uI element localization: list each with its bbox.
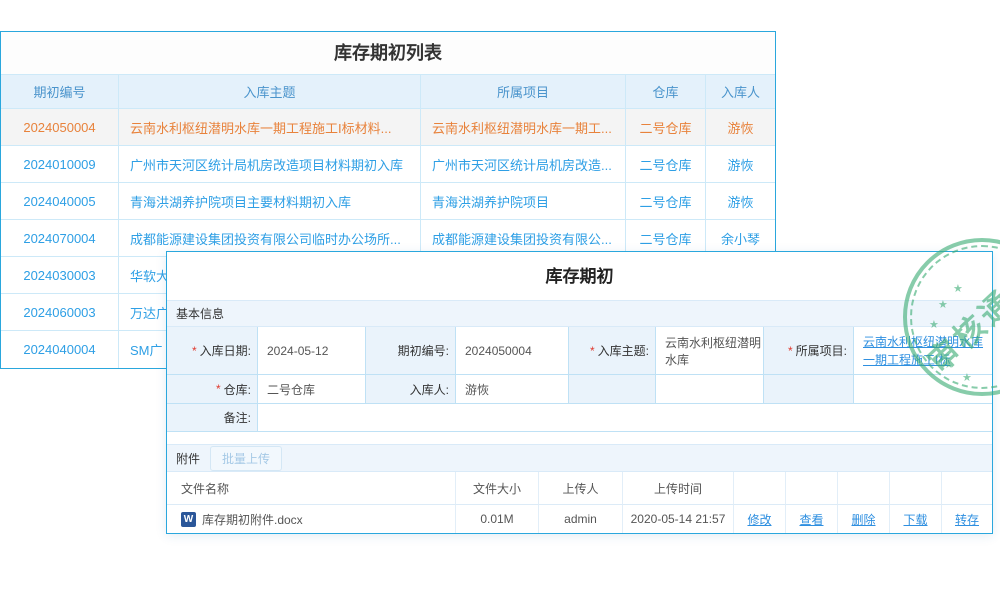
cell-project[interactable]: 云南水利枢纽潜明水库一期工... <box>421 109 626 146</box>
field-value-project: 云南水利枢纽潜明水库一期工程施工I标 <box>854 327 992 375</box>
empty-label-cell <box>764 375 854 404</box>
field-value-opening-no: 2024050004 <box>456 327 569 375</box>
file-action-cell: 下载 <box>890 505 942 533</box>
cell-warehouse: 二号仓库 <box>626 109 706 146</box>
col-header-project: 所属项目 <box>421 75 626 109</box>
field-label-person: 入库人: <box>366 375 456 404</box>
empty-value-cell <box>656 375 764 404</box>
cell-opening-no[interactable]: 2024010009 <box>1 146 119 183</box>
file-col-header-action <box>734 472 786 505</box>
field-label-remark: 备注: <box>167 404 258 432</box>
basic-info-form: * 入库日期: 2024-05-12 期初编号: 2024050004 * 入库… <box>167 327 992 432</box>
required-marker: * <box>216 382 221 396</box>
cell-opening-no[interactable]: 2024030003 <box>1 257 119 294</box>
field-label-project: * 所属项目: <box>764 327 854 375</box>
cell-warehouse: 二号仓库 <box>626 183 706 220</box>
delete-link[interactable]: 删除 <box>851 511 875 528</box>
col-header-subject: 入库主题 <box>119 75 421 109</box>
word-file-icon: W <box>181 512 196 527</box>
field-label-warehouse: * 仓库: <box>167 375 258 404</box>
download-link[interactable]: 下载 <box>903 511 927 528</box>
cell-opening-no[interactable]: 2024040005 <box>1 183 119 220</box>
file-time-cell: 2020-05-14 21:57 <box>623 505 734 533</box>
batch-upload-button[interactable]: 批量上传 <box>210 446 282 471</box>
empty-value-cell <box>854 375 992 404</box>
field-value-storage-date: 2024-05-12 <box>258 327 366 375</box>
file-name: 库存期初附件.docx <box>202 511 303 528</box>
required-marker: * <box>192 344 197 358</box>
field-value-remark <box>258 404 992 432</box>
field-value-person: 游恢 <box>456 375 569 404</box>
col-header-warehouse: 仓库 <box>626 75 706 109</box>
cell-opening-no[interactable]: 2024060003 <box>1 294 119 331</box>
project-link[interactable]: 云南水利枢纽潜明水库一期工程施工I标 <box>863 330 992 372</box>
attachments-section-header: 附件 批量上传 <box>167 444 992 472</box>
cell-opening-no[interactable]: 2024040004 <box>1 331 119 368</box>
file-col-header-name: 文件名称 <box>167 472 456 505</box>
field-value-subject: 云南水利枢纽潜明水库 <box>656 327 764 375</box>
attachments-label: 附件 <box>176 450 200 467</box>
cell-opening-no[interactable]: 2024070004 <box>1 220 119 257</box>
transfer-link[interactable]: 转存 <box>955 511 979 528</box>
cell-person: 游恢 <box>706 146 775 183</box>
detail-title: 库存期初 <box>167 252 992 300</box>
section-gap <box>167 432 992 444</box>
file-uploader-cell: admin <box>539 505 623 533</box>
required-marker: * <box>590 344 595 358</box>
cell-warehouse: 二号仓库 <box>626 146 706 183</box>
file-col-header-time: 上传时间 <box>623 472 734 505</box>
cell-subject[interactable]: 青海洪湖养护院项目主要材料期初入库 <box>119 183 421 220</box>
field-label-subject: * 入库主题: <box>569 327 656 375</box>
list-title: 库存期初列表 <box>1 32 775 75</box>
file-col-header-action <box>786 472 838 505</box>
basic-info-section-header: 基本信息 <box>167 300 992 327</box>
file-col-header-uploader: 上传人 <box>539 472 623 505</box>
cell-person: 游恢 <box>706 109 775 146</box>
file-action-cell: 删除 <box>838 505 890 533</box>
file-col-header-action <box>890 472 942 505</box>
col-header-person: 入库人 <box>706 75 775 109</box>
cell-project[interactable]: 广州市天河区统计局机房改造... <box>421 146 626 183</box>
view-link[interactable]: 查看 <box>799 511 823 528</box>
file-action-cell: 查看 <box>786 505 838 533</box>
file-action-cell: 转存 <box>942 505 992 533</box>
inventory-opening-detail-panel: 库存期初 基本信息 * 入库日期: 2024-05-12 期初编号: 20240… <box>166 251 993 534</box>
basic-info-label: 基本信息 <box>176 305 224 322</box>
required-marker: * <box>788 344 793 358</box>
attachments-table: 文件名称 文件大小 上传人 上传时间 W 库存期初附件.docx 0.01M a… <box>167 472 992 533</box>
field-label-storage-date: * 入库日期: <box>167 327 258 375</box>
field-value-warehouse: 二号仓库 <box>258 375 366 404</box>
cell-project[interactable]: 青海洪湖养护院项目 <box>421 183 626 220</box>
col-header-opening-no: 期初编号 <box>1 75 119 109</box>
cell-subject[interactable]: 云南水利枢纽潜明水库一期工程施工I标材料... <box>119 109 421 146</box>
file-size-cell: 0.01M <box>456 505 539 533</box>
cell-person: 游恢 <box>706 183 775 220</box>
cell-opening-no[interactable]: 2024050004 <box>1 109 119 146</box>
file-col-header-action <box>942 472 992 505</box>
modify-link[interactable]: 修改 <box>747 511 771 528</box>
file-col-header-size: 文件大小 <box>456 472 539 505</box>
empty-label-cell <box>569 375 656 404</box>
field-label-opening-no: 期初编号: <box>366 327 456 375</box>
cell-subject[interactable]: 广州市天河区统计局机房改造项目材料期初入库 <box>119 146 421 183</box>
file-name-cell: W 库存期初附件.docx <box>167 505 456 533</box>
file-action-cell: 修改 <box>734 505 786 533</box>
file-col-header-action <box>838 472 890 505</box>
